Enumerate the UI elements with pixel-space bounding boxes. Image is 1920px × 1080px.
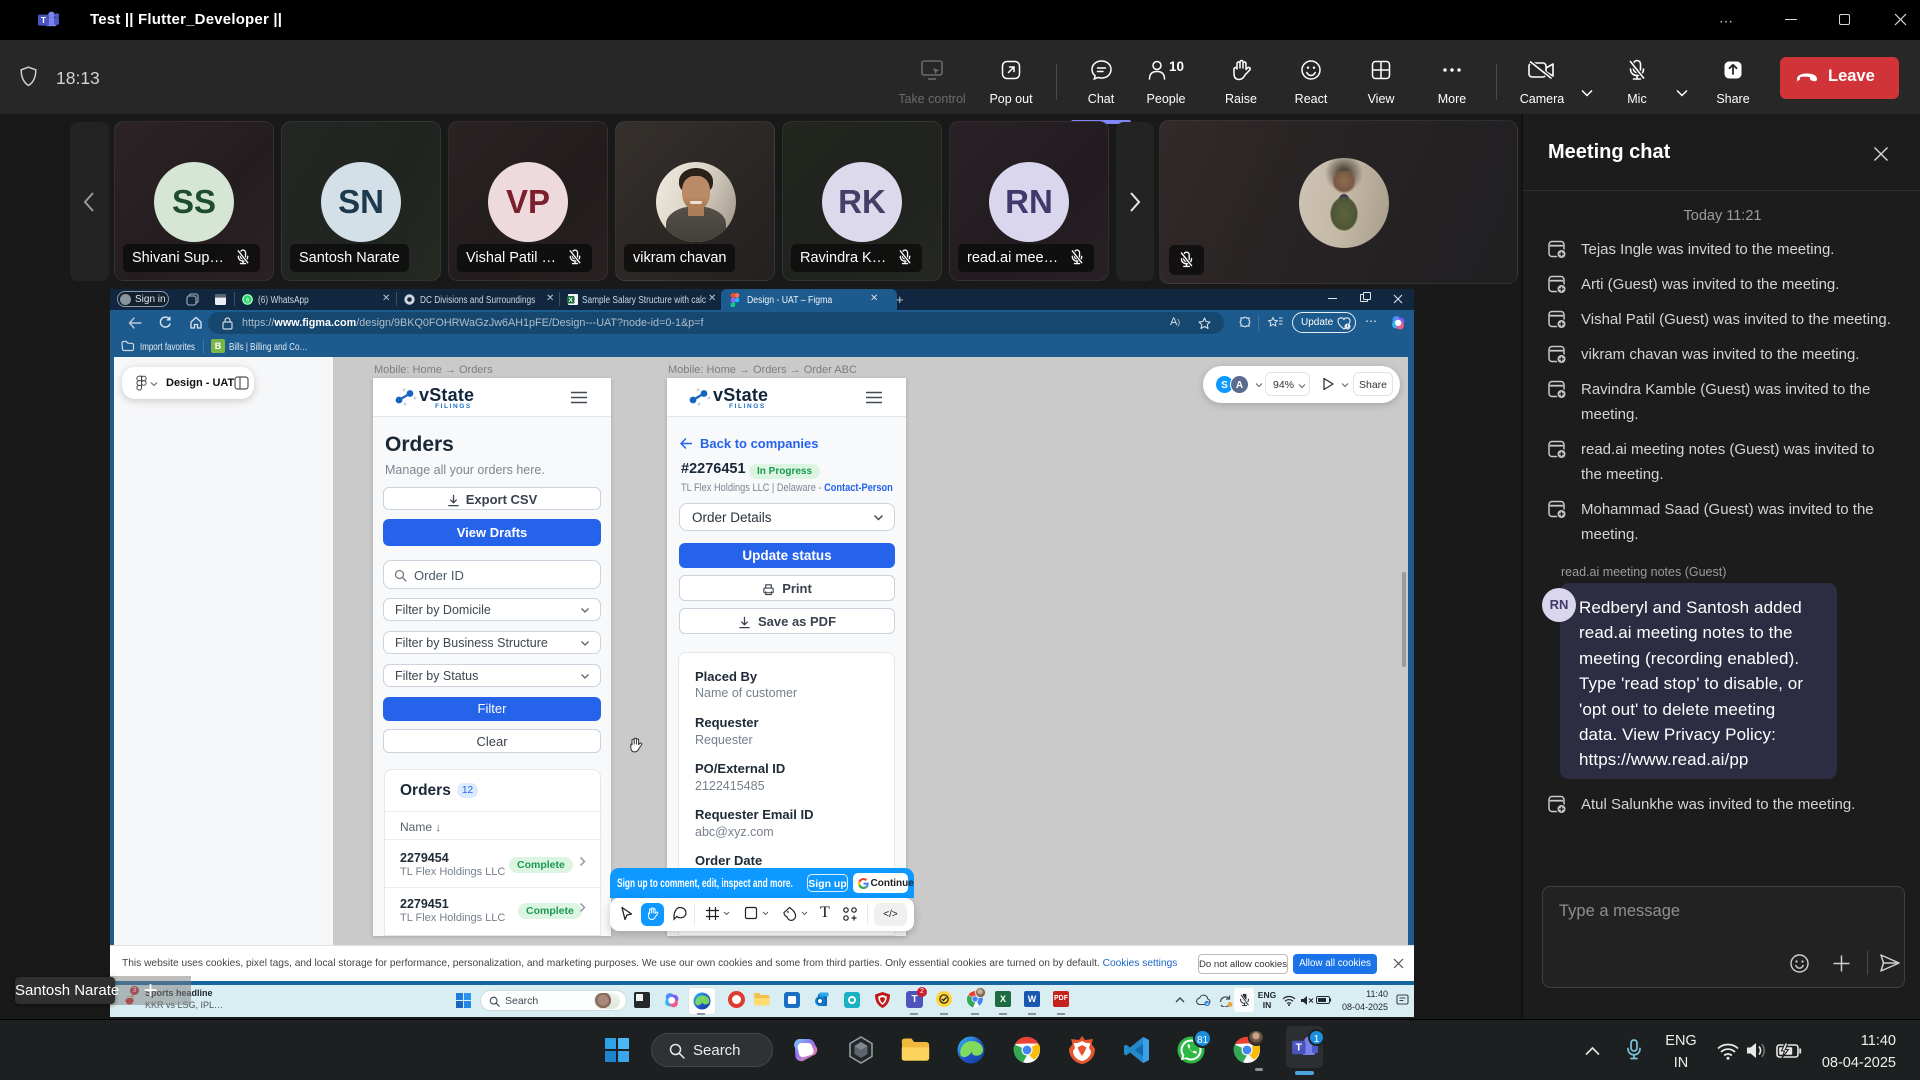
svg-text:!: ! [1347, 325, 1349, 330]
svg-text:T: T [41, 15, 47, 25]
svg-text:10: 10 [1169, 59, 1184, 74]
svg-text:X: X [569, 297, 574, 304]
svg-text:T: T [1295, 1042, 1302, 1054]
